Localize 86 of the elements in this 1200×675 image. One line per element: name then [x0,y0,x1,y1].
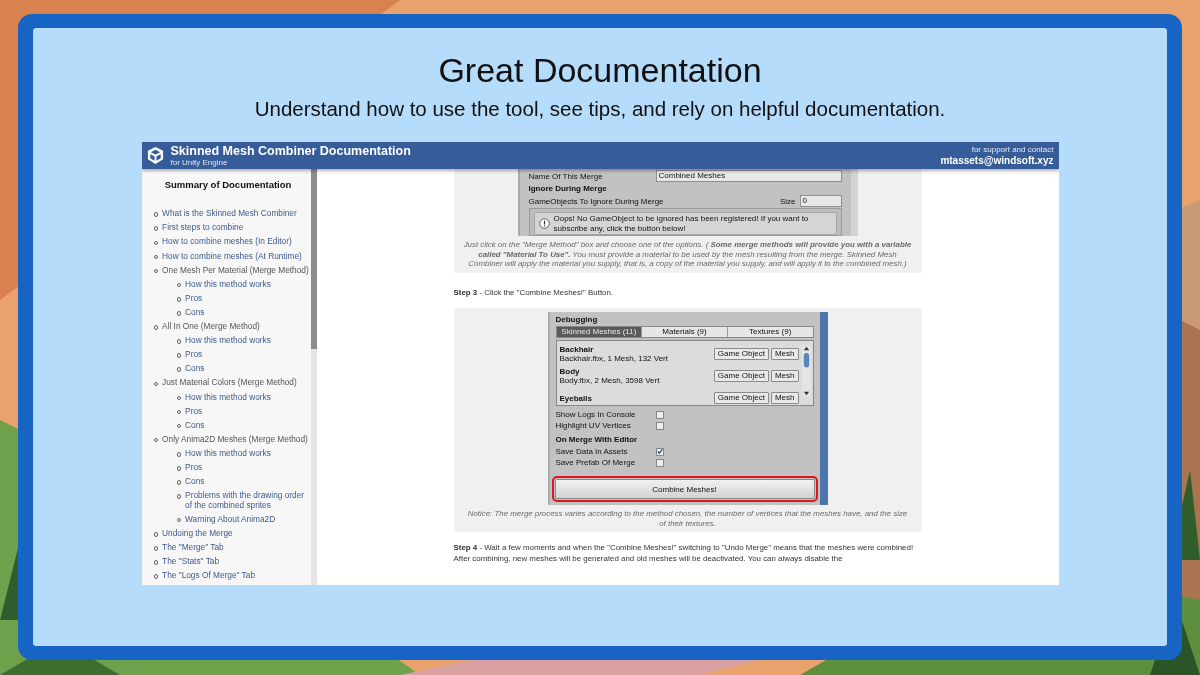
sidebar-link[interactable]: The "Logs Of Merge" Tab [162,568,255,583]
bullet-icon [153,531,159,537]
bullet-icon [176,367,182,372]
warning-text: Oops! No GameObject to be ignored has been registered! If you want to subscribe any, click the button below! [553,214,810,233]
sidebar-link[interactable]: Pros [185,291,203,306]
text-field[interactable]: Combined Meshes [655,170,842,182]
combine-meshes-button[interactable]: Combine Meshes! [554,479,815,500]
sidebar-link[interactable]: Warning About Anima2D [185,512,276,527]
mesh-name: Backhair [559,344,595,355]
bullet-icon [176,339,182,344]
sidebar-link[interactable]: Cons [185,305,205,320]
sidebar-link[interactable]: One Mesh Per Material (Merge Method) [162,263,309,278]
mesh-detail: Body.fbx, 2 Mesh, 3598 Vert [559,376,661,386]
sidebar-link[interactable]: All In One (Merge Method) [162,319,260,334]
bullet-icon [153,325,159,330]
sidebar-link[interactable]: Problems with the drawing order of the combined sprites [185,488,308,513]
scrollbar[interactable] [801,343,811,400]
sidebar-link[interactable]: Pros [185,404,203,419]
bullet-icon [153,546,159,551]
tab[interactable]: Materials (9) [641,327,727,338]
game-object-button[interactable]: Game Object [713,348,769,361]
sidebar-link[interactable]: The "Stats" Tab [162,554,220,569]
bullet-icon [176,480,182,485]
sidebar-link[interactable]: How this method works [185,333,271,348]
bullet-icon [176,353,182,358]
tab[interactable]: Textures (9) [726,327,813,338]
field-label: Name Of This Merge [528,171,603,181]
warning-icon [538,218,550,229]
sidebar-link[interactable]: Only Anima2D Meshes (Merge Method) [162,432,308,447]
checkbox[interactable] [655,421,664,430]
game-object-button[interactable]: Game Object [713,370,769,383]
sidebar-link[interactable]: Cons [185,418,205,433]
sidebar-link[interactable]: Cons [185,474,205,489]
mesh-name: Eyeballs [559,393,593,404]
bullet-icon [176,296,182,302]
sidebar-link[interactable]: Pros [185,347,203,363]
mesh-name: Body [559,366,581,377]
sidebar-title: Summary of Documentation [163,179,293,190]
checkbox[interactable] [655,458,664,467]
header-subtitle: for Unity Engine [170,158,229,167]
bullet-icon [176,466,182,471]
cube-logo-icon [145,146,165,165]
sidebar-link[interactable]: Pros [185,460,203,475]
option-label: Show Logs In Console [555,410,637,420]
sidebar-link[interactable]: Undoing the Merge [162,526,233,541]
slide-title: Great Documentation [438,50,762,90]
contact-email[interactable]: mtassets@windsoft.xyz [940,153,1054,167]
sidebar-link[interactable]: The "Merge" Tab [162,540,224,555]
mesh-button[interactable]: Mesh [770,370,799,383]
bullet-icon [176,311,182,316]
mesh-button[interactable]: Mesh [770,392,799,405]
slide-subtitle: Understand how to use the tool, see tips, and rely on helpful documentation. [254,96,946,122]
mesh-detail: Backhair.fbx, 1 Mesh, 132 Vert [559,354,669,364]
sidebar-link[interactable]: What is the Skinned Mesh Combiner [162,207,297,222]
section-heading: Debugging [555,314,599,327]
option-label: Save Prefab Of Merge [555,458,637,468]
option-label: Highlight UV Vertices [555,421,632,431]
checkbox[interactable] [655,410,664,419]
scrollbar[interactable] [310,169,317,585]
support-label: for support and contact [971,144,1054,154]
scrollbar-thumb[interactable] [310,169,317,349]
section-heading: Ignore During Merge [528,183,608,195]
bullet-icon [153,226,159,232]
game-object-button[interactable]: Game Object [713,392,769,405]
bullet-icon [176,494,182,499]
field-label: GameObjects To Ignore During Merge [528,196,665,206]
section-heading: On Merge With Editor [555,434,639,447]
tab[interactable]: Skinned Meshes (11) [556,327,642,338]
sidebar-link[interactable]: Just Material Colors (Merge Method) [162,376,297,391]
sidebar-link[interactable]: How this method works [185,390,271,405]
sidebar-link[interactable]: How to combine meshes (At Runtime) [162,249,302,264]
sidebar-link[interactable]: How this method works [185,277,271,292]
sidebar-link[interactable]: Cons [185,362,205,377]
bullet-icon [176,452,182,457]
mesh-button[interactable]: Mesh [770,348,799,361]
option-label: Save Data In Assets [555,447,629,457]
sidebar-link[interactable]: First steps to combine [162,221,244,236]
sidebar-link[interactable]: How this method works [185,446,271,461]
bullet-icon [153,574,159,579]
number-field[interactable]: 0 [799,195,842,207]
checkbox[interactable] [655,447,664,456]
field-label: Size [779,196,796,206]
bullet-icon [153,212,159,217]
header-title: Skinned Mesh Combiner Documentation [170,144,412,158]
bullet-icon [153,560,159,565]
sidebar-link[interactable]: How to combine meshes (In Editor) [162,235,292,250]
